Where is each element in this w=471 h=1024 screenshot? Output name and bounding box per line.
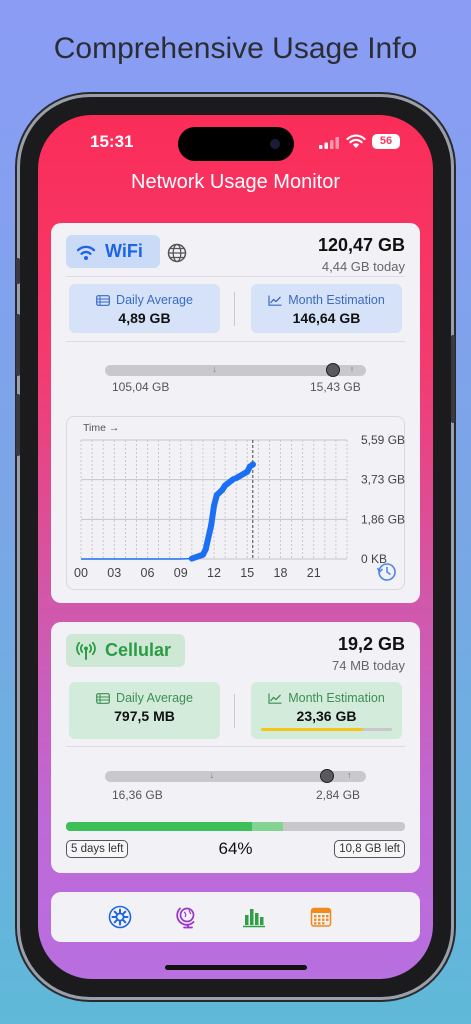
divider [234,292,235,326]
wifi-today: 4,44 GB today [321,259,405,274]
x-tick-label: 15 [240,566,254,580]
upload-arrow-icon: ↑ [349,364,355,374]
stat-value: 23,36 GB [296,708,357,724]
home-indicator [165,965,307,970]
stat-value: 797,5 MB [114,708,175,724]
wifi-icon [76,245,96,260]
power-button [451,335,455,423]
tab-bar [51,892,420,942]
x-tick-label: 21 [307,566,321,580]
list-icon [96,692,110,704]
upload-arrow-icon: ↑ [347,770,352,780]
signal-icon [319,137,339,149]
month-estimation-fill [261,728,364,731]
wifi-month-estimation: Month Estimation 146,64 GB [251,284,402,333]
y-tick-label: 1,86 GB [361,512,405,526]
stat-label: Daily Average [116,691,193,705]
x-tick-label: 06 [141,566,155,580]
calendar-icon[interactable] [309,905,333,929]
wifi-download-value: 105,04 GB [112,380,170,394]
mute-switch [16,258,20,284]
usage-chart-svg: 0 KB 1,86 GB 3,73 GB 5,59 GB 00 03 06 09 12 15 18 2… [74,422,405,581]
stat-label: Month Estimation [288,691,385,705]
wifi-status-icon [346,134,366,148]
y-tick-label: 3,73 GB [361,473,405,487]
cellular-upload-value: 2,84 GB [316,788,361,802]
volume-up-button [16,314,20,376]
trend-chart-icon [268,693,282,704]
divider [234,694,235,728]
divider [66,746,405,747]
usage-chart: 0 KB 1,86 GB 3,73 GB 5,59 GB 00 03 06 09 12 15 18 2… [66,416,405,590]
usage-progress-fill [252,822,283,831]
volume-down-button [16,394,20,456]
stat-label: Month Estimation [288,293,385,307]
cellular-download-value: 16,36 GB [112,788,163,802]
globe-stand-icon[interactable] [176,905,200,929]
cellular-today: 74 MB today [332,658,405,673]
app-screen: 15:31 56 Network Usage Monitor WiFi 120,… [38,115,433,979]
cellular-download-upload-slider[interactable]: ↓ ↑ [105,769,366,783]
stat-value: 146,64 GB [292,310,361,326]
cellular-total: 19,2 GB [337,634,405,654]
bar-chart-icon[interactable] [242,905,266,929]
x-tick-label: 09 [174,566,188,580]
wifi-label: WiFi [105,241,143,261]
cellular-card: Cellular 19,2 GB 74 MB today Daily Avera… [51,622,420,873]
cellular-month-estimation: Month Estimation 23,36 GB [251,682,402,739]
x-tick-label: 03 [107,566,121,580]
app-title: Network Usage Monitor [131,171,340,193]
wifi-upload-value: 15,43 GB [310,380,361,394]
globe-icon[interactable] [167,243,187,263]
slider-knob[interactable] [325,363,340,377]
series-point [249,461,256,468]
status-bar: 15:31 56 [38,127,433,161]
trend-chart-icon [268,295,282,306]
remaining-badge: 10,8 GB left [334,840,405,858]
settings-icon[interactable] [108,905,132,929]
stat-label: Daily Average [116,293,193,307]
wifi-daily-average: Daily Average 4,89 GB [69,284,220,333]
cellular-label: Cellular [105,640,172,660]
list-icon [96,294,110,306]
x-tick-label: 18 [274,566,288,580]
wifi-card: WiFi 120,47 GB 4,44 GB today Daily Avera… [51,223,420,603]
wifi-download-upload-slider[interactable]: ↓ ↑ [105,363,366,377]
antenna-icon [76,641,96,660]
battery-indicator: 56 [372,134,400,149]
cellular-tag[interactable]: Cellular [66,634,185,667]
x-axis-label: Time → [83,422,119,434]
x-tick-label: 00 [74,566,88,580]
series-line [81,463,254,560]
promo-title: Comprehensive Usage Info [53,32,418,65]
y-tick-label: 0 KB [361,552,387,566]
dynamic-island [178,127,294,161]
time-progress-fill [66,822,253,831]
download-arrow-icon: ↓ [209,770,215,780]
stat-value: 4,89 GB [118,310,171,326]
divider [66,276,405,277]
slider-knob[interactable] [320,769,335,783]
series-segment [202,521,215,553]
download-arrow-icon: ↓ [212,364,217,374]
status-time: 15:31 [90,132,134,151]
history-icon[interactable] [376,563,396,581]
data-plan-progress [66,822,405,831]
wifi-total: 120,47 GB [317,235,405,255]
x-tick-label: 12 [207,566,221,580]
series-segment [244,463,254,475]
y-tick-label: 5,59 GB [361,433,405,447]
wifi-tag[interactable]: WiFi [66,235,160,268]
days-left-badge: 5 days left [66,840,129,858]
divider [66,341,405,342]
cellular-daily-average: Daily Average 797,5 MB [69,682,220,739]
month-estimation-bar [261,728,392,731]
